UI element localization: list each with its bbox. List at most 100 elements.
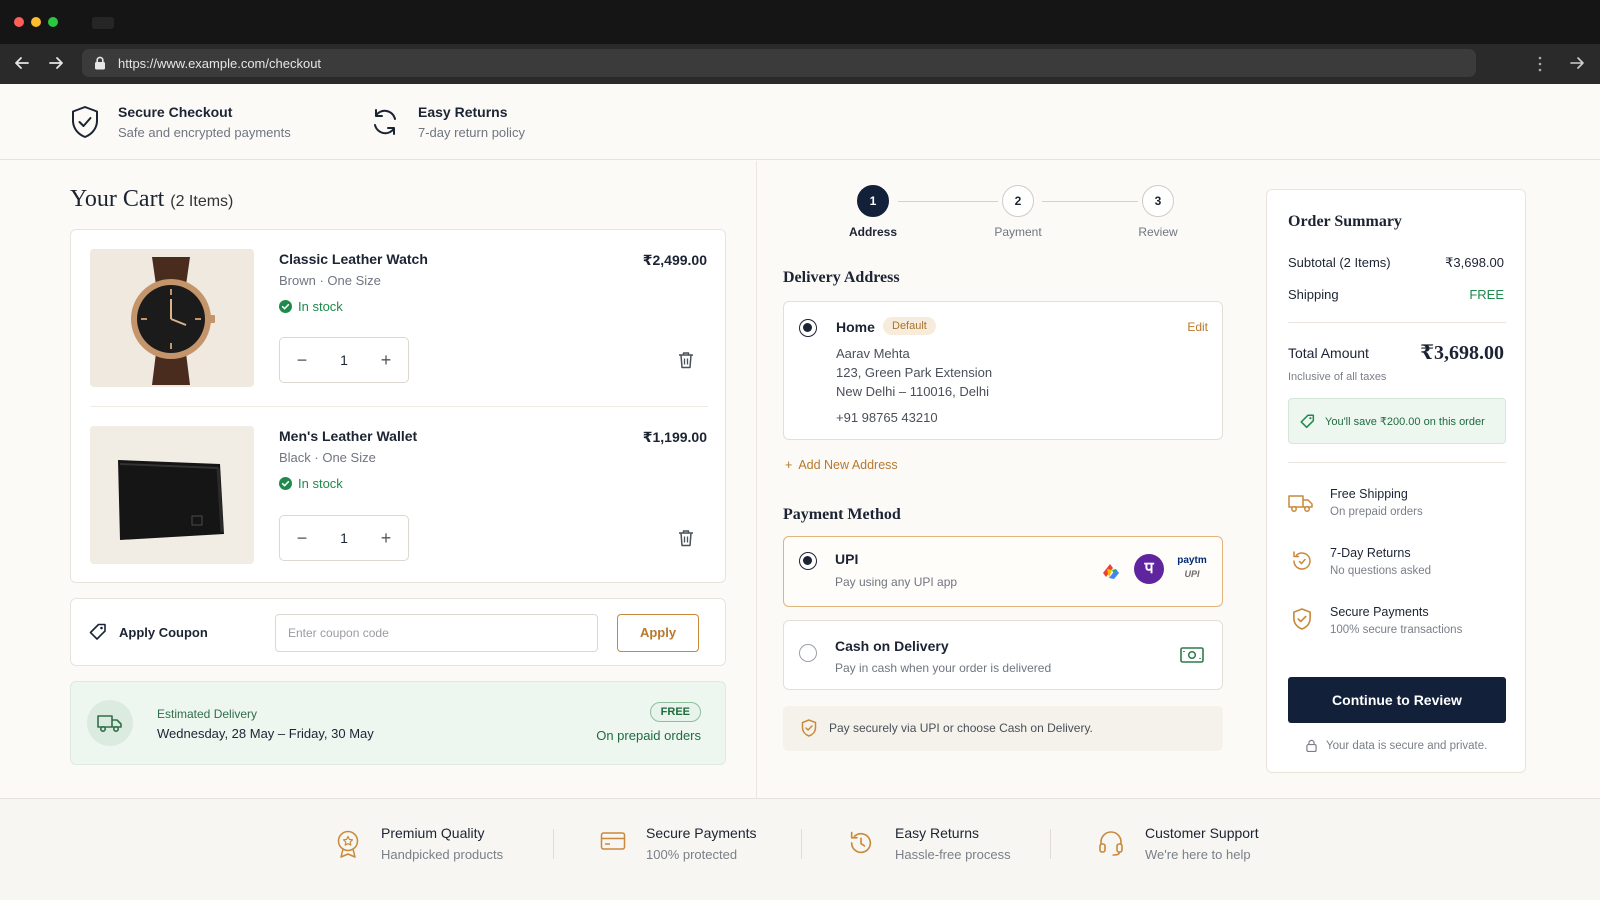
upi-subtitle: Pay using any UPI app — [835, 575, 958, 589]
secure-note-text: Your data is secure and private. — [1326, 739, 1488, 752]
address-bar[interactable]: https://www.example.com/checkout — [82, 49, 1476, 77]
footer-item-secure-payments: Secure Payments 100% protected — [600, 825, 757, 862]
upi-logo-text: UPI — [1184, 569, 1200, 579]
address-card[interactable]: Home Default Edit Aarav Mehta 123, Green… — [783, 301, 1223, 440]
minimize-window-button[interactable] — [31, 17, 41, 27]
increase-quantity-button[interactable]: + — [376, 528, 396, 549]
step-3-label[interactable]: Review — [1118, 225, 1198, 239]
delivery-note: On prepaid orders — [596, 728, 701, 743]
edit-address-link[interactable]: Edit — [1187, 320, 1208, 334]
plus-icon: + — [785, 458, 793, 472]
footer-subtitle: We're here to help — [1145, 847, 1251, 862]
paytm-logo-text: paytm — [1177, 555, 1207, 566]
quantity-value[interactable]: 1 — [340, 530, 348, 546]
cod-radio[interactable] — [799, 644, 817, 662]
footer-item-customer-support: Customer Support We're here to help — [1097, 825, 1259, 862]
stock-label: In stock — [298, 476, 343, 491]
trash-icon[interactable] — [678, 529, 694, 547]
free-badge: FREE — [649, 702, 701, 722]
footer-subtitle: Handpicked products — [381, 847, 504, 862]
address-name: Aarav Mehta — [836, 346, 910, 361]
product-name[interactable]: Men's Leather Wallet — [279, 428, 417, 444]
product-variant: Black · One Size — [279, 450, 376, 465]
kebab-menu-icon[interactable] — [1538, 56, 1542, 72]
back-arrow-icon[interactable] — [13, 54, 31, 72]
card-icon — [600, 831, 626, 851]
decrease-quantity-button[interactable]: − — [292, 528, 312, 549]
quantity-value[interactable]: 1 — [340, 352, 348, 368]
trash-icon[interactable] — [678, 351, 694, 369]
forward-arrow-icon[interactable] — [47, 54, 65, 72]
tag-icon — [89, 623, 107, 641]
product-variant: Brown · One Size — [279, 273, 381, 288]
step-1-circle[interactable]: 1 — [857, 185, 889, 217]
footer-subtitle: Hassle-free process — [895, 847, 1011, 862]
payment-method-title: Payment Method — [783, 506, 901, 523]
add-new-address-label: Add New Address — [798, 458, 898, 472]
upi-radio[interactable] — [799, 552, 817, 570]
coupon-card: Apply Coupon Apply — [70, 598, 726, 666]
badge-icon — [335, 829, 361, 859]
product-price: ₹1,199.00 — [642, 429, 707, 445]
continue-to-review-button[interactable]: Continue to Review — [1288, 677, 1506, 723]
total-value: ₹3,698.00 — [1420, 342, 1504, 364]
forward-arrow-icon[interactable] — [1568, 54, 1586, 72]
google-pay-icon — [1099, 559, 1123, 583]
savings-banner: You'll save ₹200.00 on this order — [1288, 398, 1506, 444]
increase-quantity-button[interactable]: + — [376, 350, 396, 371]
subtotal-value: ₹3,698.00 — [1445, 255, 1504, 270]
address-line-1: 123, Green Park Extension — [836, 365, 993, 380]
product-image-watch[interactable] — [90, 249, 254, 387]
trust-title: Easy Returns — [418, 104, 508, 120]
estimated-delivery-card: Estimated Delivery Wednesday, 28 May – F… — [70, 681, 726, 765]
footer-title: Easy Returns — [895, 825, 980, 841]
payment-note-text: Pay securely via UPI or choose Cash on D… — [829, 721, 1093, 735]
summary-divider — [1288, 462, 1506, 463]
perk-title: 7-Day Returns — [1330, 546, 1411, 560]
stepper-line — [898, 201, 998, 202]
address-phone: +91 98765 43210 — [836, 410, 938, 425]
close-window-button[interactable] — [14, 17, 24, 27]
decrease-quantity-button[interactable]: − — [292, 350, 312, 371]
footer-item-premium-quality: Premium Quality Handpicked products — [335, 825, 503, 862]
upi-title: UPI — [835, 551, 859, 567]
product-image-wallet[interactable] — [90, 426, 254, 564]
delivery-dates: Wednesday, 28 May – Friday, 30 May — [157, 726, 374, 741]
cod-subtitle: Pay in cash when your order is delivered — [835, 661, 1052, 675]
total-label: Total Amount — [1288, 345, 1369, 361]
add-new-address-link[interactable]: + Add New Address — [785, 458, 898, 472]
address-radio[interactable] — [799, 319, 817, 337]
quantity-stepper: − 1 + — [279, 337, 409, 383]
apply-coupon-button[interactable]: Apply — [617, 614, 699, 652]
cash-on-delivery-option[interactable]: Cash on Delivery Pay in cash when your o… — [783, 620, 1223, 690]
shipping-label: Shipping — [1288, 287, 1339, 302]
tax-note: Inclusive of all taxes — [1288, 371, 1387, 383]
tag-icon — [1300, 414, 1315, 429]
footer-item-easy-returns: Easy Returns Hassle-free process — [847, 825, 1011, 862]
stock-status: In stock — [279, 299, 343, 314]
truck-icon — [1288, 493, 1314, 513]
cart-items-card: Classic Leather Watch Brown · One Size I… — [70, 229, 726, 583]
subtotal-label: Subtotal (2 Items) — [1288, 255, 1391, 270]
browser-titlebar — [0, 0, 1600, 44]
perk-subtitle: On prepaid orders — [1330, 506, 1423, 518]
product-price: ₹2,499.00 — [642, 252, 707, 268]
cart-item-count: (2 Items) — [170, 193, 234, 210]
upi-option[interactable]: UPI Pay using any UPI app प paytm UPI — [783, 536, 1223, 607]
maximize-window-button[interactable] — [48, 17, 58, 27]
step-3-circle[interactable]: 3 — [1142, 185, 1174, 217]
coupon-input[interactable] — [275, 614, 598, 652]
trust-item-secure-checkout: Secure Checkout Safe and encrypted payme… — [70, 104, 291, 140]
step-1-label[interactable]: Address — [833, 225, 913, 239]
step-2-circle[interactable]: 2 — [1002, 185, 1034, 217]
trust-title: Secure Checkout — [118, 104, 233, 120]
shield-check-icon — [801, 719, 817, 737]
shield-check-icon — [1292, 607, 1312, 631]
payment-security-note: Pay securely via UPI or choose Cash on D… — [783, 706, 1223, 751]
browser-tab[interactable] — [92, 17, 114, 29]
step-2-label[interactable]: Payment — [978, 225, 1058, 239]
browser-navbar: https://www.example.com/checkout — [0, 44, 1600, 84]
stock-label: In stock — [298, 299, 343, 314]
footer-divider — [1050, 829, 1051, 859]
product-name[interactable]: Classic Leather Watch — [279, 251, 428, 267]
